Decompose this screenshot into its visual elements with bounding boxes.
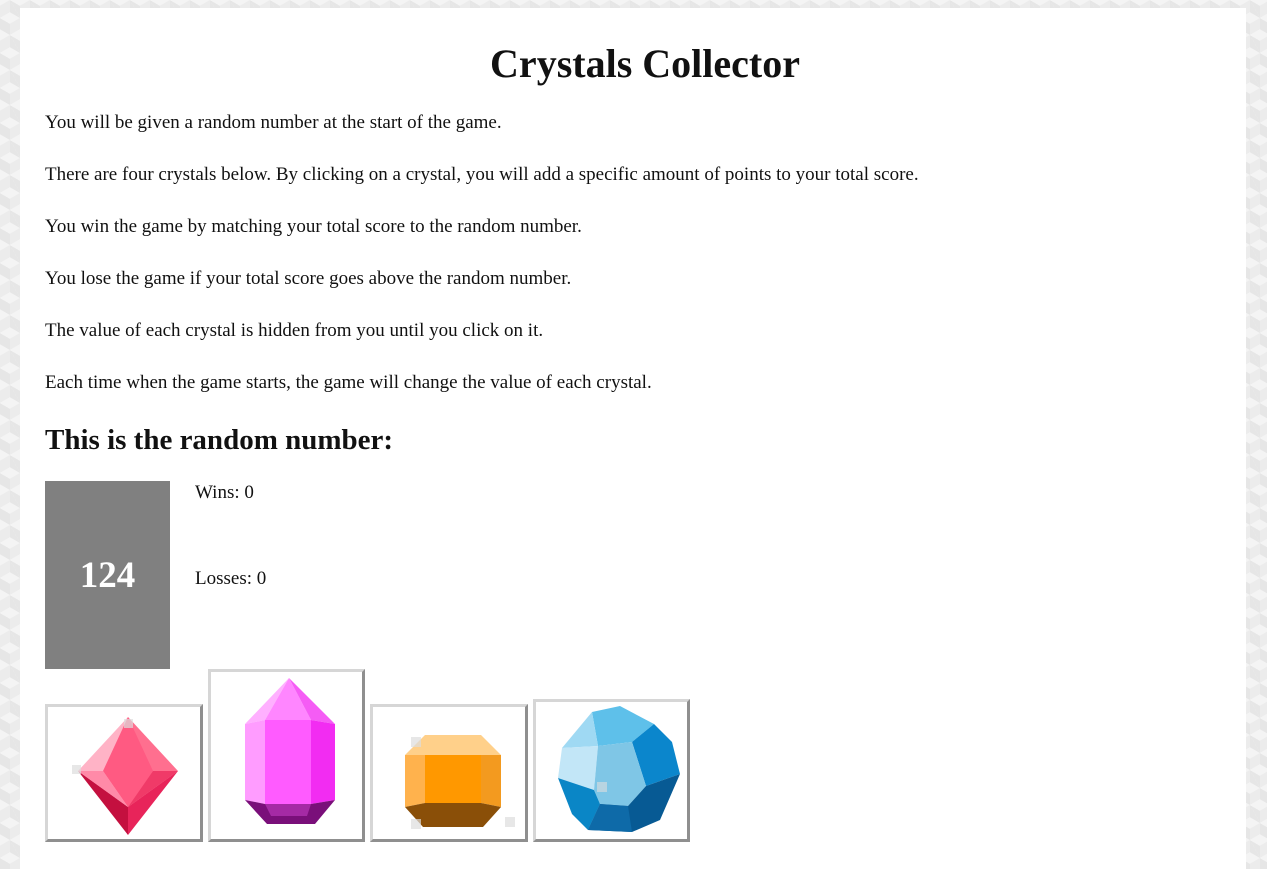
crystal-button-pink[interactable] [208, 669, 365, 842]
instruction-text: You win the game by matching your total … [45, 216, 582, 237]
blue-oval-crystal-icon [558, 706, 680, 832]
losses-counter: Losses: 0 [195, 568, 267, 589]
instruction-text: The value of each crystal is hidden from… [45, 320, 544, 341]
red-octahedron-crystal-icon [72, 717, 178, 835]
instruction-text: You lose the game if your total score go… [45, 268, 572, 289]
orange-square-crystal-icon [405, 735, 515, 829]
random-number-box: 124 [45, 481, 170, 669]
crystal-button-orange[interactable] [370, 704, 528, 842]
instruction-text: There are four crystals below. By clicki… [45, 164, 919, 185]
pink-prism-crystal-icon [245, 678, 335, 824]
game-container: Crystals Collector You will be given a r… [20, 8, 1246, 869]
instruction-text: Each time when the game starts, the game… [45, 372, 652, 393]
random-number-value: 124 [79, 554, 136, 596]
instruction-text: You will be given a random number at the… [45, 112, 502, 133]
random-number-heading: This is the random number: [45, 424, 394, 456]
crystal-button-blue[interactable] [533, 699, 690, 842]
wins-counter: Wins: 0 [195, 482, 254, 503]
page-title: Crystals Collector [490, 41, 800, 86]
crystal-button-red[interactable] [45, 704, 203, 842]
